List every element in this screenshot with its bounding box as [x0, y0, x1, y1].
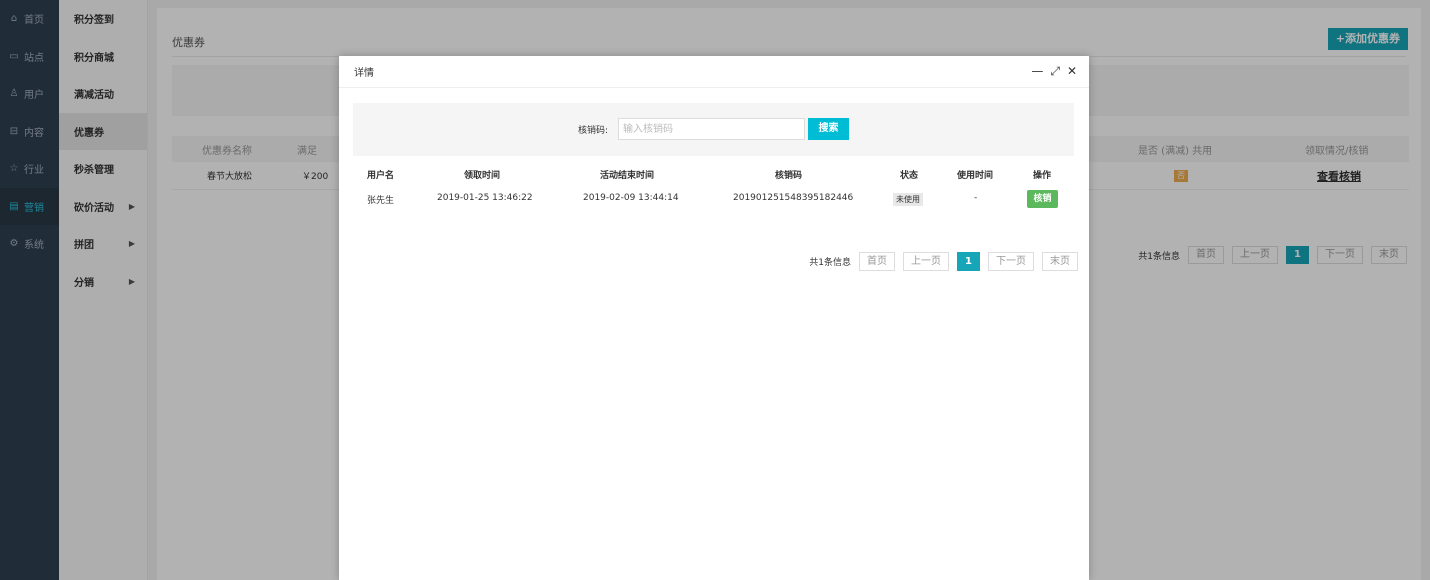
pager-first[interactable]: 首页	[859, 252, 896, 271]
status-badge: 未使用	[893, 193, 923, 206]
modal-pagination: 共1条信息 首页 上一页 1 下一页 末页	[809, 252, 1078, 271]
cell-username: 张先生	[367, 196, 395, 206]
search-button[interactable]: 搜索	[808, 118, 849, 140]
pager-info: 共1条信息	[809, 258, 852, 268]
code-search-input[interactable]	[618, 118, 805, 140]
col-code: 核销码	[775, 171, 803, 181]
cell-end-time: 2019-02-09 13:44:14	[583, 193, 679, 203]
minimize-icon[interactable]: —	[1031, 64, 1043, 79]
cell-receive-time: 2019-01-25 13:46:22	[437, 193, 533, 203]
col-use-time: 使用时间	[957, 171, 994, 181]
pager-prev[interactable]: 上一页	[903, 252, 950, 271]
cell-code: 20190125154839518244​6	[733, 193, 854, 203]
search-label: 核销码:	[578, 126, 609, 136]
redeem-button[interactable]: 核销	[1027, 190, 1058, 208]
col-end-time: 活动结束时间	[600, 171, 655, 181]
col-action: 操作	[1033, 171, 1052, 181]
modal-controls: — ⤢ ✕	[1031, 64, 1077, 79]
close-icon[interactable]: ✕	[1067, 64, 1077, 79]
col-status: 状态	[900, 171, 919, 181]
modal-header: 详情 — ⤢ ✕	[339, 56, 1089, 88]
pager-current[interactable]: 1	[957, 252, 980, 271]
pager-next[interactable]: 下一页	[988, 252, 1034, 271]
col-username: 用户名	[367, 171, 395, 181]
modal-title: 详情	[354, 68, 374, 79]
pager-last[interactable]: 末页	[1042, 252, 1078, 271]
col-receive-time: 领取时间	[464, 171, 501, 181]
detail-modal: 详情 — ⤢ ✕ 核销码: 搜索 用户名 领取时间 活动结束时间 核销码 状态 …	[339, 56, 1089, 580]
cell-action: 核销	[1027, 190, 1058, 208]
cell-status: 未使用	[893, 193, 923, 206]
cell-use-time: -	[974, 193, 978, 203]
search-area: 核销码: 搜索	[353, 103, 1074, 156]
maximize-icon[interactable]: ⤢	[1050, 64, 1060, 79]
